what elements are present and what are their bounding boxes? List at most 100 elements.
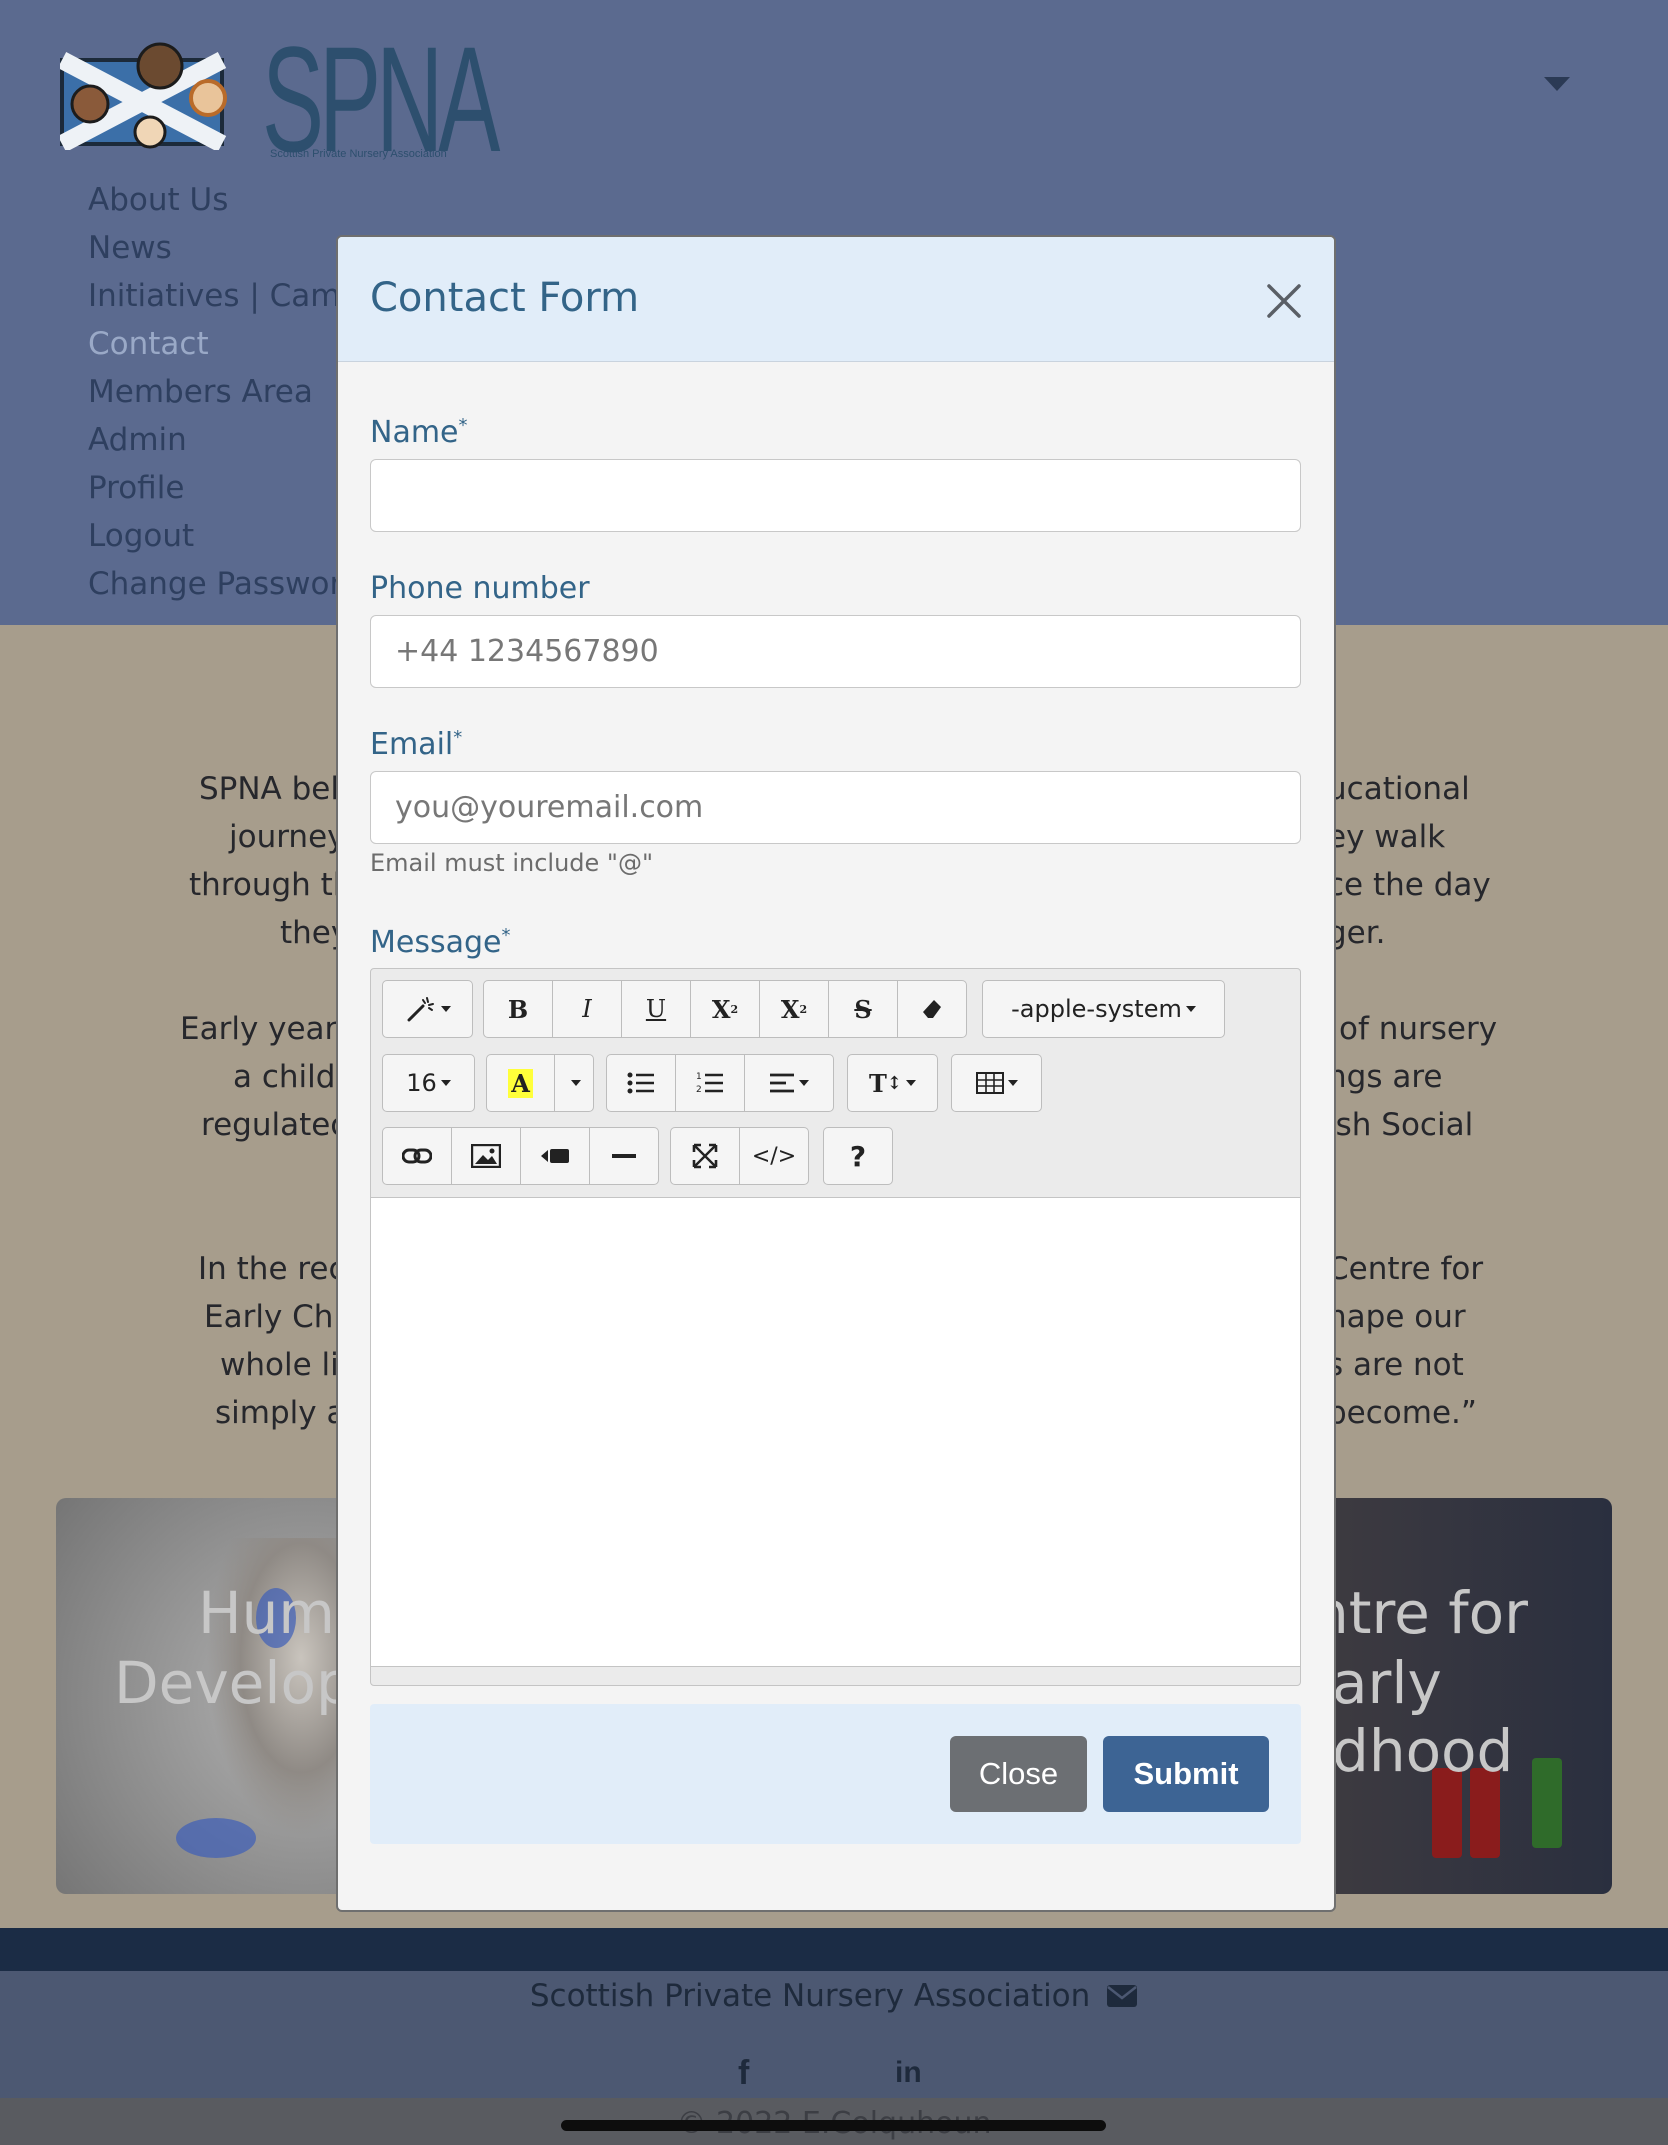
nav-item-contact[interactable]: Contact [88, 320, 360, 368]
color-group: A [486, 1054, 594, 1112]
numbered-list-icon: 1 2 [696, 1072, 723, 1095]
message-label: Message* [370, 925, 510, 960]
italic-button[interactable]: I [552, 980, 622, 1038]
message-editor: B I U X2 X2 S -apple-system 16 A 1 2 T ↕… [370, 968, 1301, 1686]
clear-format-button[interactable] [897, 980, 967, 1038]
linkedin-icon[interactable]: in [895, 2056, 922, 2090]
paragraph-fragment: through th [189, 867, 353, 903]
paragraph-fragment: Early Chi [204, 1299, 343, 1335]
modal-footer: Close Submit [370, 1704, 1301, 1844]
nav-item-news[interactable]: News [88, 224, 360, 272]
phone-label: Phone number [370, 571, 590, 606]
card-title-line: Develop [114, 1649, 353, 1717]
fullscreen-icon [692, 1143, 718, 1169]
strikethrough-button[interactable]: S [828, 980, 898, 1038]
superscript-mark: 2 [730, 1002, 739, 1016]
table-group [951, 1054, 1042, 1112]
message-textarea[interactable] [371, 1197, 1300, 1667]
fullscreen-button[interactable] [670, 1127, 740, 1185]
horizontal-rule-button[interactable] [589, 1127, 659, 1185]
video-icon [541, 1149, 569, 1163]
home-indicator[interactable] [561, 2120, 1106, 2131]
paragraph-fragment: ish Social [1327, 1107, 1474, 1143]
chevron-down-icon[interactable] [1544, 77, 1570, 91]
contact-form-modal: Contact Form Name* Phone number Email* E… [336, 235, 1336, 1912]
underline-button[interactable]: U [621, 980, 691, 1038]
close-button[interactable]: Close [950, 1736, 1087, 1812]
paragraph-fragment: regulatec [201, 1107, 348, 1143]
facebook-icon[interactable]: f [738, 2054, 749, 2093]
bullet-list-button[interactable] [606, 1054, 676, 1112]
insert-group [382, 1127, 659, 1185]
paragraph-fragment: Early years [180, 1011, 354, 1047]
close-icon[interactable] [1266, 283, 1302, 319]
logo-flag-icon[interactable] [60, 40, 232, 150]
card-title-line: ntre for [1312, 1579, 1528, 1647]
paragraph-fragment: ngs are [1327, 1059, 1443, 1095]
font-size-dropdown[interactable]: 16 [382, 1054, 475, 1112]
envelope-icon[interactable] [1106, 1984, 1138, 2008]
code-view-button[interactable]: </> [739, 1127, 809, 1185]
line-height-dropdown[interactable]: T ↕ [847, 1054, 938, 1112]
message-label-text: Message [370, 925, 502, 960]
view-group: </> [670, 1127, 809, 1185]
magic-style-button[interactable] [382, 980, 473, 1038]
footer-org: Scottish Private Nursery Association [0, 1978, 1668, 2014]
subscript-mark: 2 [799, 1002, 808, 1016]
insert-video-button[interactable] [520, 1127, 590, 1185]
table-icon [975, 1072, 1004, 1094]
main-nav: About Us News Initiatives | Camp Contact… [88, 176, 360, 608]
line-height-group: T ↕ [847, 1054, 938, 1112]
insert-image-button[interactable] [451, 1127, 521, 1185]
insert-link-button[interactable] [382, 1127, 452, 1185]
nav-item-profile[interactable]: Profile [88, 464, 360, 512]
modal-header: Contact Form [338, 237, 1334, 362]
nav-item-change-password[interactable]: Change Passwor [88, 560, 360, 608]
style-group [382, 980, 473, 1038]
modal-title: Contact Form [370, 275, 640, 321]
paragraph-fragment: s are not [1327, 1347, 1464, 1383]
numbered-list-button[interactable]: 1 2 [675, 1054, 745, 1112]
eraser-icon [923, 1000, 941, 1018]
required-mark: * [501, 925, 511, 946]
nav-item-logout[interactable]: Logout [88, 512, 360, 560]
format-group: B I U X2 X2 S [483, 980, 967, 1038]
image-icon [471, 1144, 501, 1168]
submit-button[interactable]: Submit [1103, 1736, 1269, 1812]
color-dropdown-button[interactable] [554, 1054, 594, 1112]
boot-photo [1532, 1758, 1562, 1848]
footer-divider [0, 1928, 1668, 1971]
subscript-icon: X [780, 994, 800, 1024]
bold-button[interactable]: B [483, 980, 553, 1038]
help-group: ? [823, 1127, 893, 1185]
highlight-color-button[interactable]: A [486, 1054, 555, 1112]
card-title-line: arly [1332, 1649, 1442, 1717]
help-button[interactable]: ? [823, 1127, 893, 1185]
superscript-button[interactable]: X2 [690, 980, 760, 1038]
font-size-group: 16 [382, 1054, 475, 1112]
nav-item-admin[interactable]: Admin [88, 416, 360, 464]
align-dropdown[interactable] [744, 1054, 834, 1112]
font-family-dropdown[interactable]: -apple-system [982, 980, 1225, 1038]
link-icon [402, 1148, 432, 1164]
table-dropdown[interactable] [951, 1054, 1042, 1112]
phone-field[interactable] [370, 615, 1301, 688]
logo-subtitle: Scottish Private Nursery Association [270, 148, 447, 160]
name-label: Name* [370, 415, 468, 450]
font-family-group: -apple-system [982, 980, 1225, 1038]
paragraph-fragment: Centre for [1327, 1251, 1484, 1287]
paragraph-fragment: simply a [215, 1395, 346, 1431]
name-field[interactable] [370, 459, 1301, 532]
nav-item-about-us[interactable]: About Us [88, 176, 360, 224]
paragraph-fragment: ucational [1327, 771, 1470, 807]
paragraph-fragment: SPNA bel [199, 771, 339, 807]
nav-item-members-area[interactable]: Members Area [88, 368, 360, 416]
vertical-arrows: ↕ [886, 1072, 902, 1094]
bullet-list-icon [627, 1072, 654, 1094]
email-field[interactable] [370, 771, 1301, 844]
paragraph-fragment: ey walk [1327, 819, 1446, 855]
line-height-icon: T [869, 1068, 887, 1098]
subscript-button[interactable]: X2 [759, 980, 829, 1038]
paragraph-fragment: become.” [1327, 1395, 1477, 1431]
nav-item-initiatives[interactable]: Initiatives | Camp [88, 272, 360, 320]
